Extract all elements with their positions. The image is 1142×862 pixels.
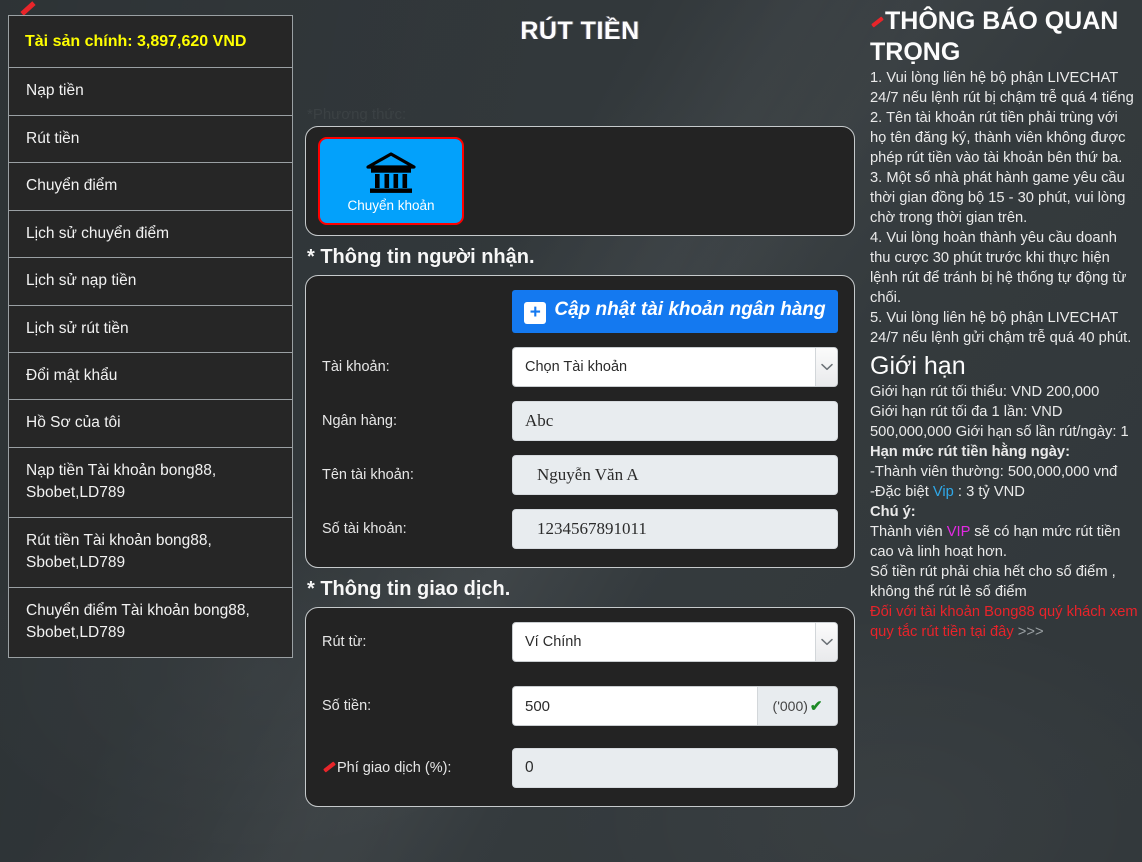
bank-value-field: Abc — [512, 401, 838, 441]
amount-suffix-label: ('000) — [772, 698, 808, 714]
account-name-value-field: Nguyễn Văn A — [512, 455, 838, 495]
main-content: RÚT TIỀN *Phương thức: Chuyển khoản * Th… — [305, 0, 855, 862]
withdraw-from-label: Rút từ: — [322, 634, 367, 650]
sidebar-item-transfer-history[interactable]: Lịch sử chuyển điểm — [9, 210, 292, 259]
chevron-down-icon[interactable] — [815, 348, 837, 386]
notice-title: THÔNG BÁO QUAN TRỌNG — [870, 7, 1119, 66]
daily-limit-special: -Đặc biệt Vip : 3 tỷ VND — [870, 483, 1138, 503]
note-line-1: Thành viên VIP sẽ có hạn mức rút tiền ca… — [870, 523, 1138, 563]
bank-icon — [366, 151, 416, 193]
account-number-row: Số tài khoản: 1234567891011 — [322, 509, 838, 549]
recipient-heading: * Thông tin người nhận. — [307, 246, 535, 268]
amount-input-group: ('000) ✔ — [512, 686, 838, 726]
notice-item-2: 2. Tên tài khoản rút tiền phải trùng với… — [870, 109, 1126, 166]
vip-badge-magenta: VIP — [946, 523, 971, 540]
method-card-label: Chuyển khoản — [347, 197, 435, 213]
account-row: Tài khoản: Chọn Tài khoản — [322, 347, 838, 387]
fee-row: Phí giao dịch (%): 0 — [322, 748, 838, 788]
daily-special-suffix: : 3 tỷ VND — [953, 483, 1025, 500]
method-panel: Chuyển khoản — [305, 126, 855, 236]
transaction-panel: Rút từ: Ví Chính Số tiền: 500 ('000) ✔ P… — [305, 607, 855, 807]
sidebar-item-transfer-points-bong88[interactable]: Chuyển điểm Tài khoản bong88, Sbobet,LD7… — [9, 587, 292, 657]
bank-row: Ngân hàng: Abc — [322, 401, 838, 441]
notice-item-5: 5. Vui lòng liên hệ bộ phận LIVECHAT 24/… — [870, 309, 1132, 346]
link-arrows: >>> — [1013, 623, 1044, 640]
sidebar-item-change-password[interactable]: Đổi mật khẩu — [9, 353, 292, 401]
withdraw-from-row: Rút từ: Ví Chính — [322, 622, 838, 662]
notice-item-1: 1. Vui lòng liên hệ bộ phận LIVECHAT 24/… — [870, 70, 1134, 106]
bank-label: Ngân hàng: — [322, 413, 397, 429]
sidebar-item-withdraw[interactable]: Rút tiền — [9, 115, 292, 164]
withdraw-from-value: Ví Chính — [525, 634, 582, 650]
note-line1-prefix: Thành viên — [870, 523, 947, 540]
sidebar-item-withdraw-history[interactable]: Lịch sử rút tiền — [9, 305, 292, 353]
bong88-rules-link[interactable]: Đối với tài khoản Bong88 quý khách xem q… — [870, 604, 1138, 640]
fee-value-field: 0 — [512, 748, 838, 788]
amount-input[interactable] — [513, 687, 757, 725]
limit-max: Giới hạn rút tối đa 1 lần: VND 500,000,0… — [870, 404, 1129, 440]
note-line-2: Số tiền rút phải chia hết cho số điểm , … — [870, 563, 1116, 600]
notice-item-3: 3. Một số nhà phát hành game yêu cầu thờ… — [870, 169, 1126, 226]
chevron-down-icon[interactable] — [815, 623, 837, 661]
update-bank-account-label: Cập nhật tài khoản ngân hàng — [554, 299, 826, 320]
transaction-heading: * Thông tin giao dịch. — [307, 578, 511, 600]
account-label: Tài khoản: — [322, 359, 390, 375]
fee-label: Phí giao dịch (%): — [337, 760, 452, 776]
account-number-label: Số tài khoản: — [322, 521, 407, 537]
pencil-icon — [322, 764, 336, 772]
pencil-icon — [870, 19, 884, 27]
check-icon: ✔ — [809, 698, 823, 715]
sidebar-item-my-profile[interactable]: Hồ Sơ của tôi — [9, 400, 292, 448]
account-name-row: Tên tài khoản: Nguyễn Văn A — [322, 455, 838, 495]
sidebar-balance: Tài sản chính: 3,897,620 VND — [9, 16, 292, 69]
limit-title: Giới hạn — [870, 351, 966, 380]
recipient-panel: + Cập nhật tài khoản ngân hàng Tài khoản:… — [305, 275, 855, 568]
account-name-label: Tên tài khoản: — [322, 467, 414, 483]
update-bank-row: + Cập nhật tài khoản ngân hàng — [322, 290, 838, 333]
sidebar-item-withdraw-bong88[interactable]: Rút tiền Tài khoản bong88, Sbobet,LD789 — [9, 517, 292, 588]
method-card-bank-transfer[interactable]: Chuyển khoản — [318, 137, 464, 225]
daily-limit-normal: -Thành viên thường: 500,000,000 vnđ — [870, 463, 1118, 480]
sidebar-item-deposit-bong88[interactable]: Nạp tiền Tài khoản bong88, Sbobet,LD789 — [9, 447, 292, 518]
plus-icon: + — [524, 302, 547, 324]
account-select-value: Chọn Tài khoản — [525, 359, 628, 375]
amount-label: Số tiền: — [322, 698, 372, 714]
notice-item-4: 4. Vui lòng hoàn thành yêu cầu doanh thu… — [870, 229, 1127, 306]
sidebar-item-deposit-history[interactable]: Lịch sử nạp tiền — [9, 258, 292, 306]
sidebar-item-deposit[interactable]: Nạp tiền — [9, 68, 292, 116]
limit-min: Giới hạn rút tối thiểu: VND 200,000 — [870, 384, 1100, 401]
withdraw-from-select[interactable]: Ví Chính — [512, 622, 838, 662]
bong88-rules-link-wrap[interactable]: Đối với tài khoản Bong88 quý khách xem q… — [870, 603, 1138, 643]
sidebar: Tài sản chính: 3,897,620 VND Nạp tiền Rú… — [8, 15, 293, 658]
fee-label-wrap: Phí giao dịch (%): — [322, 760, 512, 776]
daily-special-prefix: -Đặc biệt — [870, 483, 933, 500]
notice-title-wrap: THÔNG BÁO QUAN TRỌNG — [870, 6, 1138, 67]
daily-limit-title: Hạn mức rút tiền hằng ngày: — [870, 443, 1070, 460]
amount-row: Số tiền: ('000) ✔ — [322, 686, 838, 726]
note-title: Chú ý: — [870, 503, 916, 520]
sidebar-item-transfer-points[interactable]: Chuyển điểm — [9, 163, 292, 211]
notice-panel: THÔNG BÁO QUAN TRỌNG 1. Vui lòng liên hệ… — [870, 0, 1142, 643]
account-number-value-field: 1234567891011 — [512, 509, 838, 549]
vip-badge-cyan: Vip — [932, 483, 954, 500]
update-bank-account-button[interactable]: + Cập nhật tài khoản ngân hàng — [512, 290, 838, 333]
page-title: RÚT TIỀN — [520, 17, 640, 45]
withdraw-page: Tài sản chính: 3,897,620 VND Nạp tiền Rú… — [0, 0, 1142, 862]
method-label: *Phương thức: — [307, 106, 407, 123]
amount-suffix: ('000) ✔ — [757, 687, 837, 725]
account-select[interactable]: Chọn Tài khoản — [512, 347, 838, 387]
